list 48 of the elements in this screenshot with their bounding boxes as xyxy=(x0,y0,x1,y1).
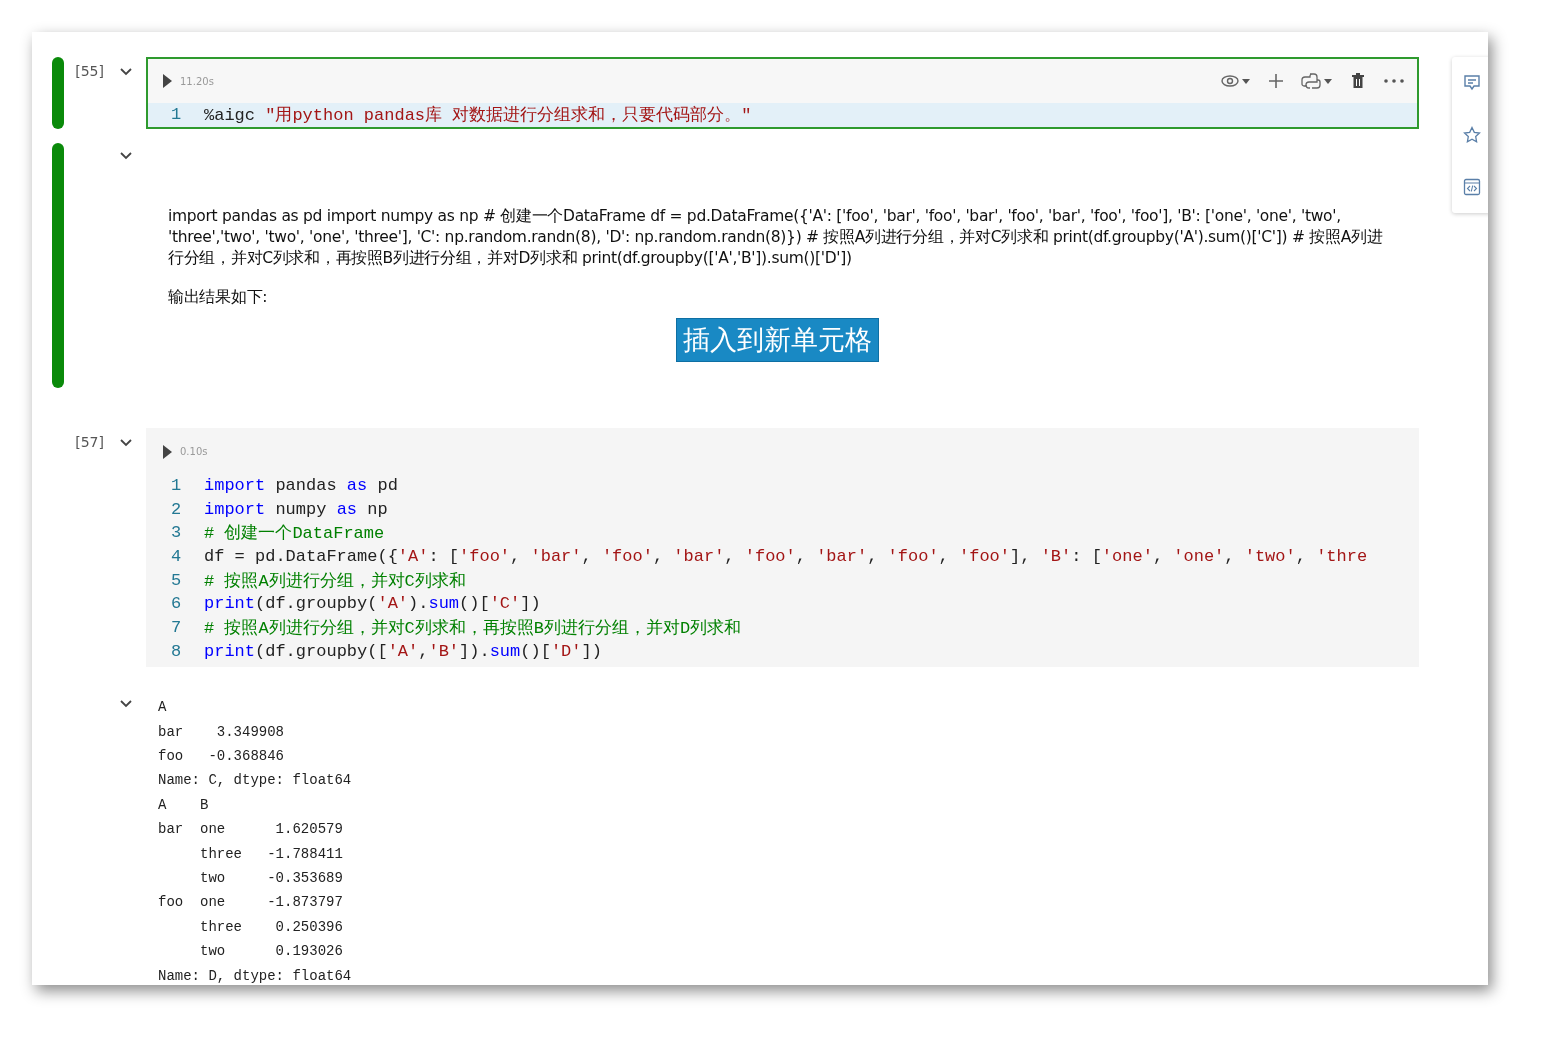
execution-time: 0.10s xyxy=(180,446,208,458)
trash-icon[interactable] xyxy=(1349,72,1367,90)
interlocked-shapes-dropdown-icon[interactable] xyxy=(1301,72,1333,90)
execution-time: 11.20s xyxy=(180,75,214,87)
line-number: 1 xyxy=(169,105,183,125)
run-icon[interactable] xyxy=(162,74,172,88)
eye-dropdown-icon[interactable] xyxy=(1221,72,1251,90)
output-line: foo one -1.873797 xyxy=(158,893,344,913)
line-number: 1 xyxy=(169,476,183,496)
code-line: # 按照A列进行分组，并对C列求和 xyxy=(204,570,466,592)
output-line: two 0.193026 xyxy=(199,942,344,962)
output-line: Name: C, dtype: float64 xyxy=(158,771,353,791)
output-line: Name: D, dtype: float64 xyxy=(158,966,353,985)
output-line: A xyxy=(158,698,168,718)
execution-count: [55] xyxy=(75,63,104,79)
code-line: # 创建一个DataFrame xyxy=(204,523,385,545)
line-number: 5 xyxy=(169,570,183,590)
line-number: 4 xyxy=(169,547,183,567)
output-line: A B xyxy=(158,795,210,815)
code-cell[interactable] xyxy=(146,427,1419,668)
comment-icon[interactable] xyxy=(1463,74,1481,92)
code-line: # 按照A列进行分组，并对C列求和，再按照B列进行分组，并对D列求和 xyxy=(204,618,742,640)
insert-cell-button[interactable]: 插入到新单元格 xyxy=(676,317,879,362)
code-line: print(df.groupby(['A','B']).sum()['D']) xyxy=(204,641,602,661)
line-number: 2 xyxy=(169,499,183,519)
plus-icon[interactable] xyxy=(1267,72,1285,90)
star-icon[interactable] xyxy=(1463,126,1481,144)
code-window-icon[interactable] xyxy=(1463,178,1481,196)
output-line: three -1.788411 xyxy=(199,844,344,864)
output-line: two -0.353689 xyxy=(199,869,344,889)
output-line: bar 3.349908 xyxy=(158,722,286,742)
output-line: foo -0.368846 xyxy=(158,747,286,766)
output-line: bar one 1.620579 xyxy=(158,820,344,840)
code-line: %aigc "用python pandas库 对数据进行分组求和，只要代码部分。" xyxy=(204,104,752,127)
code-line: df = pd.DataFrame({'A': ['foo', 'bar', 'foo', 'bar', 'foo', 'bar', 'foo', 'foo'], 'B': ['one', 'one', 'two', 'thre xyxy=(204,547,1368,567)
output-line: three 0.250396 xyxy=(199,917,344,937)
code-cell[interactable]: 11.20s 1 %aigc "用python pandas库 对数据进行分组求和，只要代码部分。" xyxy=(146,57,1419,129)
execution-count: [57] xyxy=(75,433,104,450)
code-line: import numpy as np xyxy=(204,499,388,519)
response-text: import pandas as pd import numpy as np # 创建一个DataFrame df = pd.DataFrame({'A': ['foo', 'bar', 'foo', 'bar', 'foo', 'bar', 'foo', 'foo'], 'B': ['one', 'one', 'two', 'three','two', 'two', 'one', 'three'], 'C': np.random.randn(8), 'D': np.random.randn(8)}) # 按照A列进行分组，并对C列求和 print(df.groupby('A').sum()['C']) # 按照A列进行分组，并对C列求和，再按照B列进行分组，并对D列求和 print(df.groupby(['A','B']).sum()['D']) xyxy=(168,205,1384,269)
line-number: 6 xyxy=(169,594,183,614)
response-text: 输出结果如下: xyxy=(168,286,269,308)
run-icon[interactable] xyxy=(162,444,172,459)
code-line: import pandas as pd xyxy=(204,476,398,496)
line-number: 3 xyxy=(169,523,183,543)
line-number: 7 xyxy=(169,618,183,638)
code-line: print(df.groupby('A').sum()['C']) xyxy=(204,594,541,614)
line-number: 8 xyxy=(169,641,183,661)
